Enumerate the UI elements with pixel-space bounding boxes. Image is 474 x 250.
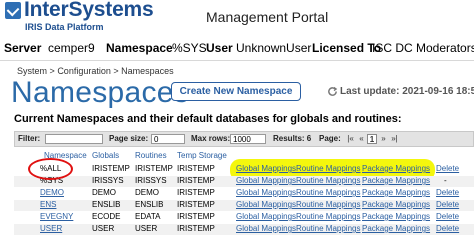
all-namespace-annotation-circle — [28, 158, 73, 180]
header-divider — [0, 60, 474, 61]
next-page-button[interactable]: » — [379, 134, 388, 144]
delete-link[interactable]: Delete — [436, 188, 459, 197]
max-rows-label: Max rows: — [191, 134, 231, 143]
last-page-button[interactable]: »| — [389, 134, 400, 144]
routine-mappings-link[interactable]: Routine Mappings — [296, 176, 360, 185]
temp-storage-cell: IRISTEMP — [177, 200, 215, 209]
routine-mappings-link[interactable]: Routine Mappings — [296, 224, 360, 233]
routine-mappings-link[interactable]: Routine Mappings — [296, 212, 360, 221]
breadcrumb-separator: > — [113, 66, 119, 76]
page-title: Namespaces — [11, 76, 190, 109]
table-row: %ALL IRISTEMP IRISTEMP IRISTEMP Global M… — [14, 164, 474, 175]
logo-tagline: IRIS Data Platform — [25, 22, 104, 32]
max-rows-input[interactable]: 1000 — [230, 134, 266, 144]
page-size-input[interactable]: 0 — [151, 134, 185, 144]
namespace-link[interactable]: ENS — [40, 200, 56, 209]
namespace-label: Namespace — [106, 41, 173, 55]
info-bar: Server cemper9 Namespace %SYS User Unkno… — [0, 38, 474, 58]
first-page-button[interactable]: |« — [345, 134, 356, 144]
package-mappings-link[interactable]: Package Mappings — [362, 200, 430, 209]
column-header-temp-storage[interactable]: Temp Storage — [177, 151, 227, 160]
package-mappings-link[interactable]: Package Mappings — [362, 176, 430, 185]
column-header-routines[interactable]: Routines — [135, 151, 167, 160]
table-row: USER USER USER IRISTEMP Global Mappings … — [14, 224, 474, 235]
breadcrumb: System > Configuration > Namespaces — [17, 66, 174, 76]
header: InterSystems IRIS Data Platform Manageme… — [0, 0, 474, 68]
server-label: Server — [4, 41, 42, 55]
globals-cell: USER — [92, 224, 115, 233]
routines-cell: ENSLIB — [135, 200, 164, 209]
routine-mappings-link[interactable]: Routine Mappings — [296, 164, 360, 173]
breadcrumb-namespaces[interactable]: Namespaces — [121, 66, 174, 76]
routines-cell: IRISTEMP — [135, 164, 173, 173]
global-mappings-link[interactable]: Global Mappings — [236, 164, 296, 173]
namespace-link[interactable]: EVEGNY — [40, 212, 73, 221]
routines-cell: EDATA — [135, 212, 161, 221]
user-label: User — [206, 41, 233, 55]
table-row: %SYS IRISSYS IRISSYS IRISTEMP Global Map… — [14, 176, 474, 187]
temp-storage-cell: IRISTEMP — [177, 176, 215, 185]
server-value: cemper9 — [48, 41, 95, 55]
create-namespace-button[interactable]: Create New Namespace — [171, 82, 301, 101]
global-mappings-link[interactable]: Global Mappings — [236, 200, 296, 209]
current-page[interactable]: 1 — [367, 134, 377, 144]
package-mappings-link[interactable]: Package Mappings — [362, 212, 430, 221]
package-mappings-link[interactable]: Package Mappings — [362, 188, 430, 197]
global-mappings-link[interactable]: Global Mappings — [236, 224, 296, 233]
package-mappings-link[interactable]: Package Mappings — [362, 224, 430, 233]
global-mappings-link[interactable]: Global Mappings — [236, 188, 296, 197]
globals-cell: ECODE — [92, 212, 121, 221]
last-update: Last update: 2021-09-16 18:55: — [340, 86, 474, 97]
temp-storage-cell: IRISTEMP — [177, 212, 215, 221]
namespace-link[interactable]: USER — [40, 224, 62, 233]
namespace-value: %SYS — [172, 41, 207, 55]
breadcrumb-system[interactable]: System — [17, 66, 47, 76]
table-row: ENS ENSLIB ENSLIB IRISTEMP Global Mappin… — [14, 200, 474, 211]
page-label: Page: — [319, 134, 341, 143]
logo-text: InterSystems — [24, 0, 154, 21]
intersystems-logo-icon — [5, 2, 21, 19]
globals-cell: IRISTEMP — [92, 164, 130, 173]
section-title: Current Namespaces and their default dat… — [14, 113, 402, 125]
delete-link[interactable]: Delete — [436, 164, 459, 173]
package-mappings-link[interactable]: Package Mappings — [362, 164, 430, 173]
global-mappings-link[interactable]: Global Mappings — [236, 176, 296, 185]
column-header-globals[interactable]: Globals — [92, 151, 119, 160]
filter-label: Filter: — [18, 134, 41, 143]
refresh-icon[interactable] — [327, 86, 338, 97]
namespace-link[interactable]: DEMO — [40, 188, 64, 197]
table-row: EVEGNY ECODE EDATA IRISTEMP Global Mappi… — [14, 212, 474, 223]
portal-title: Management Portal — [206, 9, 329, 25]
delete-unavailable: - — [444, 176, 447, 185]
routines-cell: USER — [135, 224, 158, 233]
global-mappings-link[interactable]: Global Mappings — [236, 212, 296, 221]
prev-page-button[interactable]: « — [357, 134, 366, 144]
temp-storage-cell: IRISTEMP — [177, 188, 215, 197]
filter-bar: Filter: Page size: 0 Max rows: 1000 Resu… — [14, 131, 474, 147]
delete-link[interactable]: Delete — [436, 200, 459, 209]
table-row: DEMO DEMO DEMO IRISTEMP Global Mappings … — [14, 188, 474, 199]
licensed-value: ISC DC Moderators — [372, 41, 474, 55]
routines-cell: DEMO — [135, 188, 159, 197]
results-count: Results: 6 — [273, 134, 312, 143]
globals-cell: IRISSYS — [92, 176, 124, 185]
filter-input[interactable] — [45, 134, 103, 144]
routine-mappings-link[interactable]: Routine Mappings — [296, 200, 360, 209]
temp-storage-cell: IRISTEMP — [177, 164, 215, 173]
licensed-label: Licensed To — [312, 41, 382, 55]
globals-cell: DEMO — [92, 188, 116, 197]
routines-cell: IRISSYS — [135, 176, 167, 185]
breadcrumb-separator: > — [49, 66, 55, 76]
routine-mappings-link[interactable]: Routine Mappings — [296, 188, 360, 197]
breadcrumb-configuration[interactable]: Configuration — [57, 66, 111, 76]
delete-link[interactable]: Delete — [436, 224, 459, 233]
page-size-label: Page size: — [109, 134, 149, 143]
user-value: UnknownUser — [236, 41, 312, 55]
globals-cell: ENSLIB — [92, 200, 121, 209]
delete-link[interactable]: Delete — [436, 212, 459, 221]
temp-storage-cell: IRISTEMP — [177, 224, 215, 233]
